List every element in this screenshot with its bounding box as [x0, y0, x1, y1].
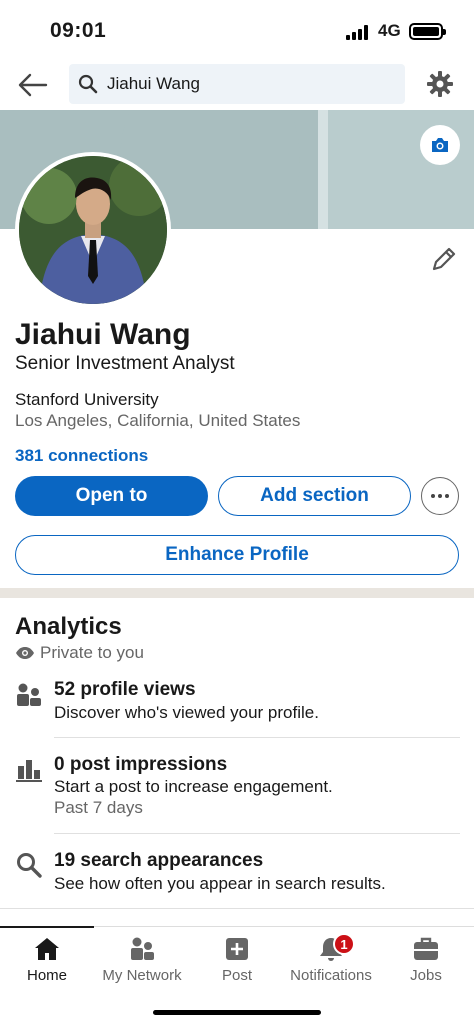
back-arrow-icon[interactable]: [16, 70, 50, 100]
battery-icon: [409, 23, 446, 40]
profile-headline: Senior Investment Analyst: [15, 353, 235, 374]
edit-pencil-icon[interactable]: [430, 245, 458, 273]
signal-icon: [346, 24, 370, 40]
ellipsis-icon: [431, 494, 435, 498]
tab-label: Notifications: [290, 967, 372, 984]
profile-name: Jiahui Wang: [15, 318, 191, 351]
tab-post[interactable]: Post: [190, 927, 284, 997]
tab-label: My Network: [102, 967, 182, 984]
people-icon: [17, 683, 41, 706]
status-bar: 09:01 4G: [0, 0, 474, 60]
open-to-button[interactable]: Open to: [15, 476, 208, 516]
privacy-label: Private to you: [40, 643, 144, 662]
connections-link[interactable]: 381 connections: [15, 446, 148, 466]
tab-label: Jobs: [410, 967, 442, 984]
tab-label: Home: [26, 967, 67, 984]
analytics-item-post-impressions[interactable]: 0 post impressions Start a post to incre…: [0, 751, 474, 826]
row-divider: [54, 737, 460, 738]
avatar: [19, 156, 167, 304]
search-icon: [17, 853, 42, 878]
tab-jobs[interactable]: Jobs: [379, 927, 473, 997]
more-options-button[interactable]: [421, 477, 459, 515]
home-indicator: [153, 1010, 321, 1015]
gear-icon[interactable]: [426, 70, 454, 98]
eye-icon: [16, 647, 34, 659]
row-divider: [0, 908, 474, 909]
tab-my-network[interactable]: My Network: [95, 927, 189, 997]
tab-notifications[interactable]: 1 Notifications: [284, 927, 378, 997]
profile-photo[interactable]: [15, 152, 171, 308]
post-icon: [226, 938, 248, 960]
analytics-item-subtitle: See how often you appear in search resul…: [54, 874, 386, 893]
top-bar: Jiahui Wang: [0, 60, 474, 110]
bar-chart-icon: [16, 760, 42, 782]
analytics-item-profile-views[interactable]: 52 profile views Discover who's viewed y…: [0, 676, 474, 736]
analytics-item-title: 52 profile views: [54, 679, 196, 700]
enhance-profile-button[interactable]: Enhance Profile: [15, 535, 459, 575]
analytics-item-search-appearances[interactable]: 19 search appearances See how often you …: [0, 847, 474, 907]
privacy-note: Private to you: [15, 643, 144, 663]
search-icon: [78, 74, 98, 94]
tab-label: Post: [221, 967, 252, 984]
add-section-button[interactable]: Add section: [218, 476, 411, 516]
analytics-item-subtitle: Discover who's viewed your profile.: [54, 703, 319, 722]
search-query: Jiahui Wang: [107, 74, 200, 93]
analytics-item-title: 19 search appearances: [54, 850, 264, 871]
network-type: 4G: [378, 21, 401, 40]
search-input[interactable]: Jiahui Wang: [69, 64, 405, 104]
row-divider: [54, 833, 460, 834]
analytics-item-period: Past 7 days: [54, 798, 143, 817]
camera-icon[interactable]: [420, 125, 460, 165]
section-divider: [0, 588, 474, 598]
tab-home[interactable]: Home: [0, 926, 94, 997]
notification-badge: 1: [333, 933, 355, 955]
status-time: 09:01: [50, 19, 107, 42]
briefcase-icon: [414, 937, 438, 960]
profile-school[interactable]: Stanford University: [15, 390, 159, 410]
analytics-item-title: 0 post impressions: [54, 754, 228, 775]
analytics-item-subtitle: Start a post to increase engagement.: [54, 777, 333, 796]
profile-location: Los Angeles, California, United States: [15, 411, 301, 430]
analytics-title: Analytics: [15, 613, 122, 640]
network-icon: [131, 937, 154, 960]
home-icon: [35, 938, 59, 960]
